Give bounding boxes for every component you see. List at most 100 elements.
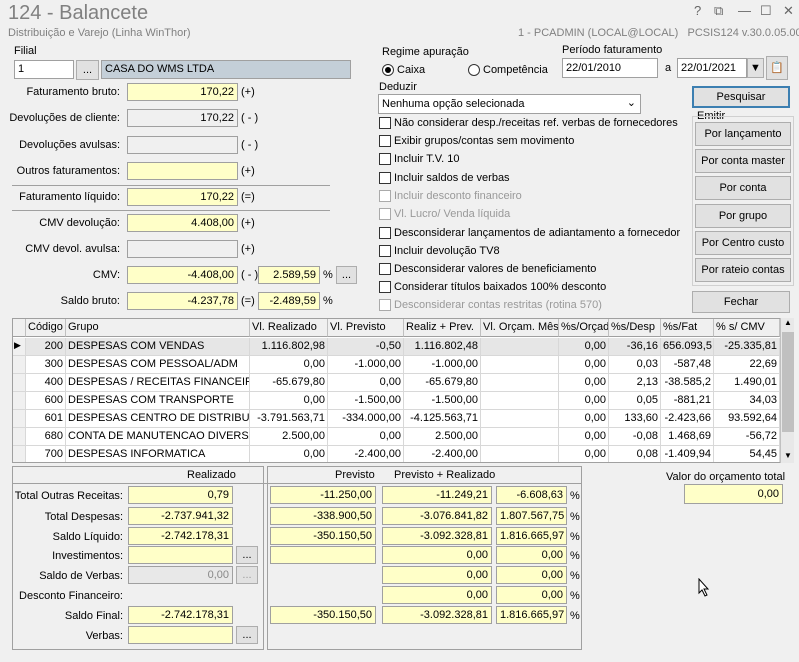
table-cell[interactable]: 133,60 — [609, 410, 661, 428]
table-cell[interactable]: -1.409,94 — [661, 446, 714, 462]
table-cell[interactable]: 0,03 — [609, 356, 661, 374]
results-table[interactable]: Código Grupo Vl. Realizado Vl. Previsto Real… — [12, 318, 794, 463]
periodo-end-input[interactable]: 22/01/2021 — [677, 58, 747, 78]
table-cell[interactable]: -1.500,00 — [404, 392, 481, 410]
column-header[interactable]: Vl. Orçam. Mês — [481, 319, 559, 337]
table-cell[interactable]: 0,00 — [559, 410, 609, 428]
table-cell[interactable]: DESPESAS CENTRO DE DISTRIBUICÃO — [66, 410, 250, 428]
table-cell[interactable]: 1.490,01 — [714, 374, 780, 392]
table-cell[interactable]: 2,13 — [609, 374, 661, 392]
por-conta-master-button[interactable]: Por conta master — [695, 149, 791, 173]
column-header[interactable]: Grupo — [66, 319, 250, 337]
table-cell[interactable]: 0,00 — [559, 356, 609, 374]
option-checkbox[interactable] — [379, 117, 391, 129]
table-cell[interactable]: 2.500,00 — [250, 428, 328, 446]
table-cell[interactable]: -3.791.563,71 — [250, 410, 328, 428]
table-cell[interactable]: 0,00 — [559, 338, 609, 356]
column-header[interactable]: Código — [26, 319, 66, 337]
regime-competencia-radio[interactable] — [468, 64, 480, 76]
restore-icon[interactable]: ⧉ — [714, 3, 723, 19]
option-checkbox[interactable] — [379, 245, 391, 257]
option-checkbox[interactable] — [379, 172, 391, 184]
table-cell[interactable]: 54,45 — [714, 446, 780, 462]
table-cell[interactable]: -36,16 — [609, 338, 661, 356]
table-cell[interactable]: 680 — [26, 428, 66, 446]
table-cell[interactable]: -56,72 — [714, 428, 780, 446]
column-header[interactable]: %s/Fat — [661, 319, 714, 337]
por-rateio-contas-button[interactable]: Por rateio contas — [695, 258, 791, 282]
option-checkbox[interactable] — [379, 227, 391, 239]
table-cell[interactable]: 0,00 — [328, 428, 404, 446]
totals-browse-button[interactable]: ... — [236, 546, 258, 564]
por-grupo-button[interactable]: Por grupo — [695, 204, 791, 228]
option-checkbox[interactable] — [379, 281, 391, 293]
table-cell[interactable]: 0,00 — [559, 374, 609, 392]
table-cell[interactable]: 1.468,69 — [661, 428, 714, 446]
table-cell[interactable] — [481, 410, 559, 428]
table-cell[interactable]: 700 — [26, 446, 66, 462]
table-cell[interactable]: -2.423,66 — [661, 410, 714, 428]
table-cell[interactable] — [481, 356, 559, 374]
cmv-browse-button[interactable]: ... — [336, 266, 357, 284]
option-checkbox[interactable] — [379, 153, 391, 165]
table-cell[interactable] — [481, 446, 559, 462]
table-cell[interactable]: 0,00 — [559, 428, 609, 446]
table-cell[interactable] — [481, 338, 559, 356]
table-cell[interactable]: -2.400,00 — [404, 446, 481, 462]
table-cell[interactable] — [481, 392, 559, 410]
filial-browse-button[interactable]: ... — [76, 60, 99, 80]
table-cell[interactable]: 1.116.802,98 — [250, 338, 328, 356]
por-conta-button[interactable]: Por conta — [695, 176, 791, 200]
table-cell[interactable]: 0,00 — [250, 446, 328, 462]
filial-code-input[interactable]: 1 — [14, 60, 74, 79]
table-cell[interactable]: 0,00 — [559, 392, 609, 410]
table-cell[interactable]: 0,00 — [328, 374, 404, 392]
table-cell[interactable]: 656.093,5 — [661, 338, 714, 356]
table-scrollbar[interactable]: ▲ ▼ — [780, 318, 794, 463]
table-cell[interactable]: 601 — [26, 410, 66, 428]
table-cell[interactable]: -881,21 — [661, 392, 714, 410]
table-cell[interactable]: -1.500,00 — [328, 392, 404, 410]
scroll-down-icon[interactable]: ▼ — [782, 451, 794, 463]
table-cell[interactable]: DESPESAS COM VENDAS — [66, 338, 250, 356]
table-cell[interactable]: -25.335,81 — [714, 338, 780, 356]
option-checkbox[interactable] — [379, 263, 391, 275]
table-cell[interactable]: -1.000,00 — [328, 356, 404, 374]
scroll-up-icon[interactable]: ▲ — [782, 318, 794, 330]
column-header[interactable]: Vl. Realizado — [250, 319, 328, 337]
table-cell[interactable]: 600 — [26, 392, 66, 410]
table-cell[interactable]: 0,05 — [609, 392, 661, 410]
table-cell[interactable]: -2.400,00 — [328, 446, 404, 462]
table-cell[interactable]: 200 — [26, 338, 66, 356]
column-header[interactable]: %s/Desp — [609, 319, 661, 337]
periodo-start-input[interactable]: 22/01/2010 — [562, 58, 658, 78]
column-header[interactable]: Realiz + Prev. — [404, 319, 481, 337]
table-cell[interactable]: DESPESAS INFORMATICA — [66, 446, 250, 462]
table-cell[interactable]: 400 — [26, 374, 66, 392]
por-centro-custo-button[interactable]: Por Centro custo — [695, 231, 791, 255]
table-cell[interactable] — [481, 374, 559, 392]
close-icon[interactable]: ✕ — [783, 3, 794, 19]
fechar-button[interactable]: Fechar — [692, 291, 790, 313]
maximize-icon[interactable]: ☐ — [760, 3, 772, 19]
table-cell[interactable]: 300 — [26, 356, 66, 374]
table-cell[interactable]: -0,50 — [328, 338, 404, 356]
table-cell[interactable]: 93.592,64 — [714, 410, 780, 428]
minimize-icon[interactable]: — — [738, 3, 751, 18]
regime-caixa-radio[interactable] — [382, 64, 394, 76]
table-cell[interactable]: -65.679,80 — [250, 374, 328, 392]
pesquisar-button[interactable]: Pesquisar — [692, 86, 790, 108]
clipboard-icon[interactable]: 📋 — [766, 56, 788, 80]
table-cell[interactable]: 1.116.802,48 — [404, 338, 481, 356]
table-cell[interactable]: -65.679,80 — [404, 374, 481, 392]
table-cell[interactable]: 0,00 — [250, 356, 328, 374]
table-cell[interactable]: DESPESAS COM TRANSPORTE — [66, 392, 250, 410]
table-cell[interactable] — [481, 428, 559, 446]
table-cell[interactable]: 0,00 — [559, 446, 609, 462]
table-cell[interactable]: -587,48 — [661, 356, 714, 374]
table-cell[interactable]: -334.000,00 — [328, 410, 404, 428]
date-dropdown-icon[interactable]: ▼ — [747, 58, 764, 78]
table-cell[interactable]: 0,08 — [609, 446, 661, 462]
table-cell[interactable]: -38.585,2 — [661, 374, 714, 392]
table-cell[interactable]: 22,69 — [714, 356, 780, 374]
